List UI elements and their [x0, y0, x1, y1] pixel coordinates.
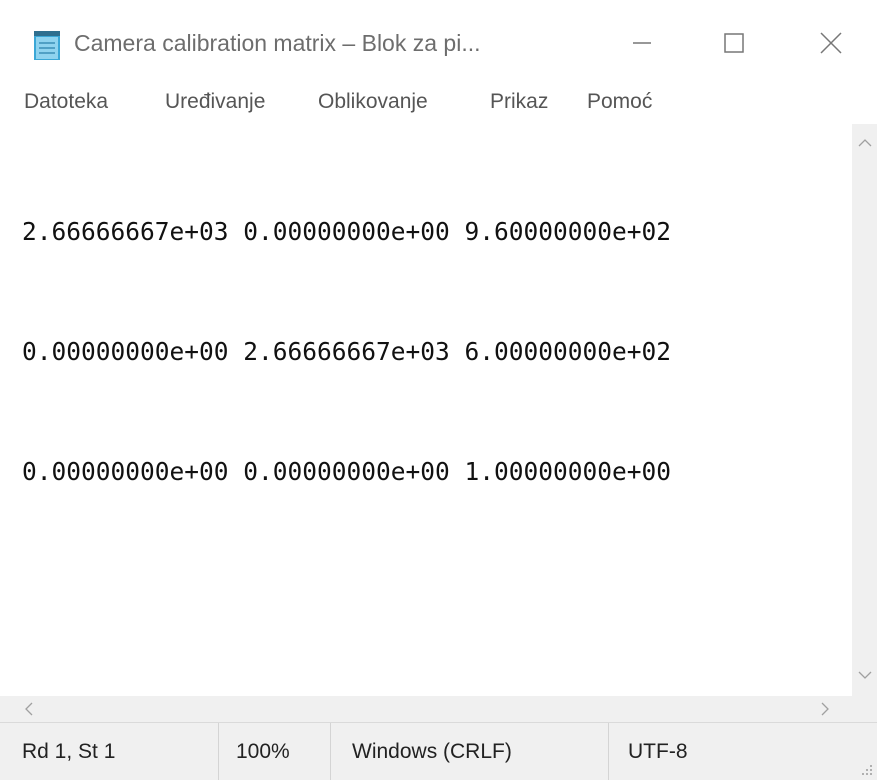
- notepad-window: Camera calibration matrix – Blok za pi..…: [0, 0, 877, 780]
- resize-grip-icon[interactable]: [859, 762, 873, 776]
- menu-item-uredivanje[interactable]: Uređivanje: [165, 90, 265, 114]
- editor-line: 0.00000000e+00 0.00000000e+00 1.00000000…: [22, 457, 672, 486]
- status-divider: [608, 723, 609, 780]
- window-title: Camera calibration matrix – Blok za pi..…: [74, 30, 481, 56]
- chevron-up-icon: [858, 139, 871, 147]
- status-divider: [330, 723, 331, 780]
- status-line-ending: Windows (CRLF): [352, 740, 512, 763]
- maximize-icon: [724, 33, 744, 53]
- close-button[interactable]: [785, 0, 877, 86]
- chevron-right-icon: [821, 702, 829, 716]
- menu-item-pomoc[interactable]: Pomoć: [587, 90, 652, 114]
- editor-line: 0.00000000e+00 2.66666667e+03 6.00000000…: [22, 337, 672, 366]
- chevron-down-icon: [858, 671, 871, 679]
- status-divider: [218, 723, 219, 780]
- vertical-scrollbar[interactable]: [852, 124, 877, 696]
- minimize-icon: [633, 42, 651, 44]
- editor-line: 2.66666667e+03 0.00000000e+00 9.60000000…: [22, 217, 672, 246]
- scroll-right-button[interactable]: [812, 696, 838, 722]
- scroll-left-button[interactable]: [16, 696, 42, 722]
- status-bar: Rd 1, St 1 100% Windows (CRLF) UTF-8: [0, 722, 877, 780]
- scroll-up-button[interactable]: [852, 130, 877, 156]
- menu-item-oblikovanje[interactable]: Oblikovanje: [318, 90, 428, 114]
- close-icon: [820, 32, 842, 54]
- horizontal-scrollbar[interactable]: [0, 696, 852, 722]
- minimize-button[interactable]: [596, 0, 688, 86]
- maximize-button[interactable]: [688, 0, 780, 86]
- scroll-down-button[interactable]: [852, 662, 877, 688]
- menu-item-datoteka[interactable]: Datoteka: [24, 90, 108, 114]
- menu-item-prikaz[interactable]: Prikaz: [490, 90, 548, 114]
- menu-bar: Datoteka Uređivanje Oblikovanje Prikaz P…: [0, 86, 877, 124]
- status-cursor-position: Rd 1, St 1: [22, 740, 116, 763]
- status-zoom: 100%: [236, 740, 290, 763]
- notepad-icon: [34, 31, 60, 60]
- scrollbar-corner: [852, 696, 877, 722]
- title-bar[interactable]: Camera calibration matrix – Blok za pi..…: [0, 0, 877, 86]
- editor-content: 2.66666667e+03 0.00000000e+00 9.60000000…: [22, 132, 671, 572]
- status-encoding: UTF-8: [628, 740, 688, 763]
- chevron-left-icon: [25, 702, 33, 716]
- text-editor-area[interactable]: 2.66666667e+03 0.00000000e+00 9.60000000…: [0, 124, 852, 696]
